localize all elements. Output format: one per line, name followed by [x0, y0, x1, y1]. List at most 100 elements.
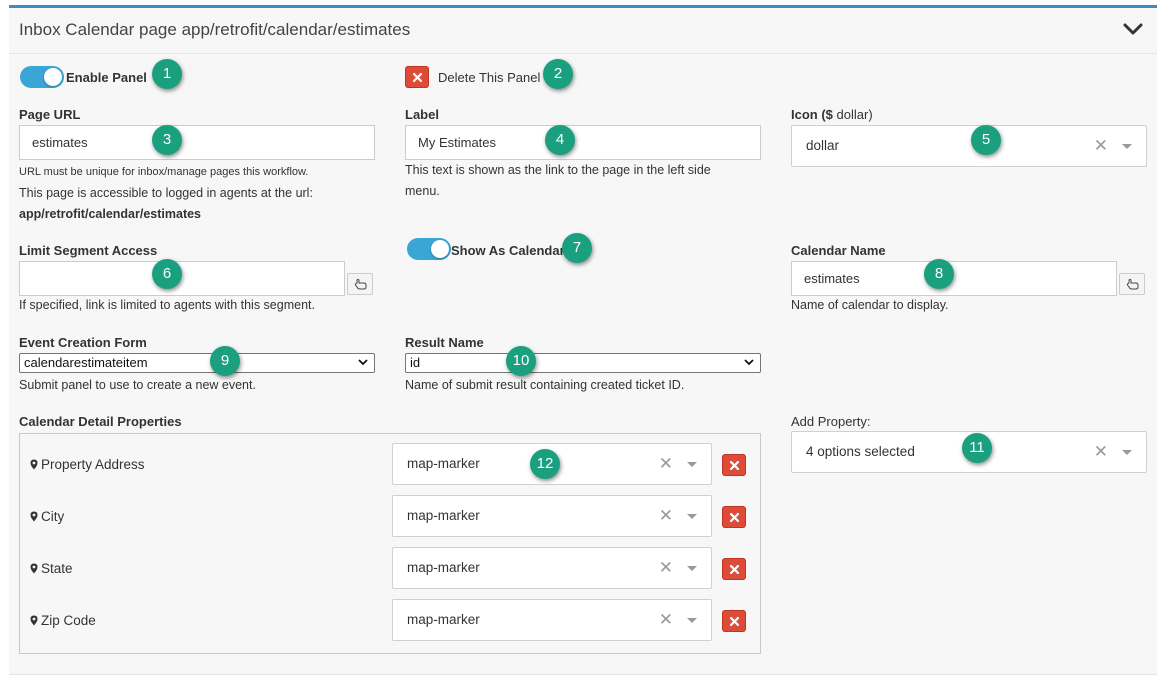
- calendar-name-help: Name of calendar to display.: [791, 298, 949, 312]
- add-property-label: Add Property:: [791, 414, 871, 429]
- hand-pointer-icon: [1126, 278, 1139, 290]
- enable-panel-toggle[interactable]: [20, 66, 64, 88]
- event-form-value: calendarestimateitem: [24, 355, 148, 370]
- clear-icon[interactable]: ✕: [659, 506, 673, 526]
- detail-props-label: Calendar Detail Properties: [19, 414, 182, 429]
- property-name: City: [41, 509, 65, 524]
- close-icon: [730, 513, 739, 522]
- remove-property-button[interactable]: [722, 506, 746, 528]
- dropdown-arrow-icon[interactable]: [687, 566, 697, 571]
- property-name: Zip Code: [41, 613, 96, 628]
- event-form-select[interactable]: calendarestimateitem: [19, 353, 375, 373]
- callout-badge: 10: [506, 346, 536, 376]
- clear-icon[interactable]: ✕: [659, 454, 673, 474]
- callout-badge: 9: [210, 346, 240, 376]
- segment-picker-button[interactable]: [347, 273, 373, 295]
- remove-property-button[interactable]: [722, 610, 746, 632]
- dropdown-arrow-icon[interactable]: [687, 618, 697, 623]
- result-name-label: Result Name: [405, 335, 484, 350]
- clear-icon[interactable]: ✕: [1094, 136, 1108, 156]
- map-marker-icon: [30, 563, 38, 574]
- map-marker-icon: [30, 615, 38, 626]
- panel-title: Inbox Calendar page app/retrofit/calenda…: [19, 20, 411, 39]
- callout-badge: 11: [962, 433, 992, 463]
- show-as-calendar-toggle[interactable]: [407, 238, 451, 260]
- property-icon-value: map-marker: [407, 508, 480, 523]
- calendar-name-input[interactable]: estimates: [791, 261, 1117, 296]
- icon-field-label: Icon ($ dollar): [791, 107, 873, 122]
- detail-props-box: Property Address map-marker ✕ City map-m…: [19, 433, 761, 654]
- close-icon: [413, 73, 422, 82]
- label-help-line1: This text is shown as the link to the pa…: [405, 163, 711, 177]
- dropdown-arrow-icon[interactable]: [1122, 144, 1132, 149]
- page-url-label: Page URL: [19, 107, 81, 122]
- enable-panel-label: Enable Panel: [66, 70, 147, 85]
- limit-segment-input[interactable]: [19, 261, 345, 296]
- callout-badge: 3: [152, 125, 182, 155]
- dropdown-arrow-icon[interactable]: [687, 462, 697, 467]
- callout-badge: 12: [530, 449, 560, 479]
- property-icon-value: map-marker: [407, 612, 480, 627]
- toggle-knob: [44, 68, 62, 86]
- page-url-help: URL must be unique for inbox/manage page…: [19, 166, 309, 178]
- callout-badge: 4: [545, 125, 575, 155]
- limit-segment-help: If specified, link is limited to agents …: [19, 298, 315, 312]
- property-icon-select[interactable]: map-marker ✕: [392, 547, 712, 589]
- chevron-down-icon: [744, 359, 754, 366]
- calendar-name-label: Calendar Name: [791, 243, 886, 258]
- label-input[interactable]: My Estimates: [405, 125, 761, 160]
- callout-badge: 5: [971, 125, 1001, 155]
- close-icon: [730, 461, 739, 470]
- icon-select-value: dollar: [806, 138, 840, 153]
- property-name: Property Address: [41, 457, 145, 472]
- show-as-calendar-label: Show As Calendar: [451, 243, 565, 258]
- calendar-picker-button[interactable]: [1119, 273, 1145, 295]
- result-name-help: Name of submit result containing created…: [405, 378, 685, 392]
- icon-label-prefix: Icon (: [791, 107, 826, 122]
- property-icon-value: map-marker: [407, 456, 480, 471]
- callout-badge: 8: [924, 259, 954, 289]
- dropdown-arrow-icon[interactable]: [1122, 450, 1132, 455]
- property-row-label: Zip Code: [30, 613, 96, 628]
- callout-badge: 7: [562, 233, 592, 263]
- dropdown-arrow-icon[interactable]: [687, 514, 697, 519]
- page-url-access-text: This page is accessible to logged in age…: [19, 186, 313, 200]
- hand-pointer-icon: [354, 278, 367, 290]
- page-url-input[interactable]: estimates: [19, 125, 375, 160]
- close-icon: [730, 617, 739, 626]
- property-name: State: [41, 561, 73, 576]
- property-row-label: State: [30, 561, 73, 576]
- dollar-icon: $: [825, 107, 833, 122]
- property-icon-select[interactable]: map-marker ✕: [392, 599, 712, 641]
- remove-property-button[interactable]: [722, 454, 746, 476]
- label-field-label: Label: [405, 107, 439, 122]
- panel-header[interactable]: Inbox Calendar page app/retrofit/calenda…: [9, 8, 1157, 54]
- icon-label-suffix: dollar): [832, 107, 873, 122]
- limit-segment-label: Limit Segment Access: [19, 243, 158, 258]
- clear-icon[interactable]: ✕: [659, 610, 673, 630]
- callout-badge: 1: [152, 59, 182, 89]
- page-url-path: app/retrofit/calendar/estimates: [19, 207, 202, 221]
- property-icon-value: map-marker: [407, 560, 480, 575]
- chevron-down-icon[interactable]: [1123, 22, 1143, 40]
- event-form-label: Event Creation Form: [19, 335, 147, 350]
- remove-property-button[interactable]: [722, 558, 746, 580]
- map-marker-icon: [30, 459, 38, 470]
- icon-select[interactable]: dollar ✕: [791, 125, 1147, 167]
- callout-badge: 2: [543, 59, 573, 89]
- add-property-value: 4 options selected: [806, 444, 915, 459]
- toggle-knob: [431, 240, 449, 258]
- label-help-line2: menu.: [405, 184, 440, 198]
- callout-badge: 6: [152, 259, 182, 289]
- delete-panel-label: Delete This Panel: [438, 70, 541, 85]
- map-marker-icon: [30, 511, 38, 522]
- event-form-help: Submit panel to use to create a new even…: [19, 378, 256, 392]
- delete-panel-button[interactable]: [405, 66, 429, 88]
- property-row-label: City: [30, 509, 64, 524]
- result-name-value: id: [410, 355, 421, 370]
- clear-icon[interactable]: ✕: [659, 558, 673, 578]
- property-icon-select[interactable]: map-marker ✕: [392, 495, 712, 537]
- clear-icon[interactable]: ✕: [1094, 442, 1108, 462]
- result-name-select[interactable]: id: [405, 353, 761, 373]
- close-icon: [730, 565, 739, 574]
